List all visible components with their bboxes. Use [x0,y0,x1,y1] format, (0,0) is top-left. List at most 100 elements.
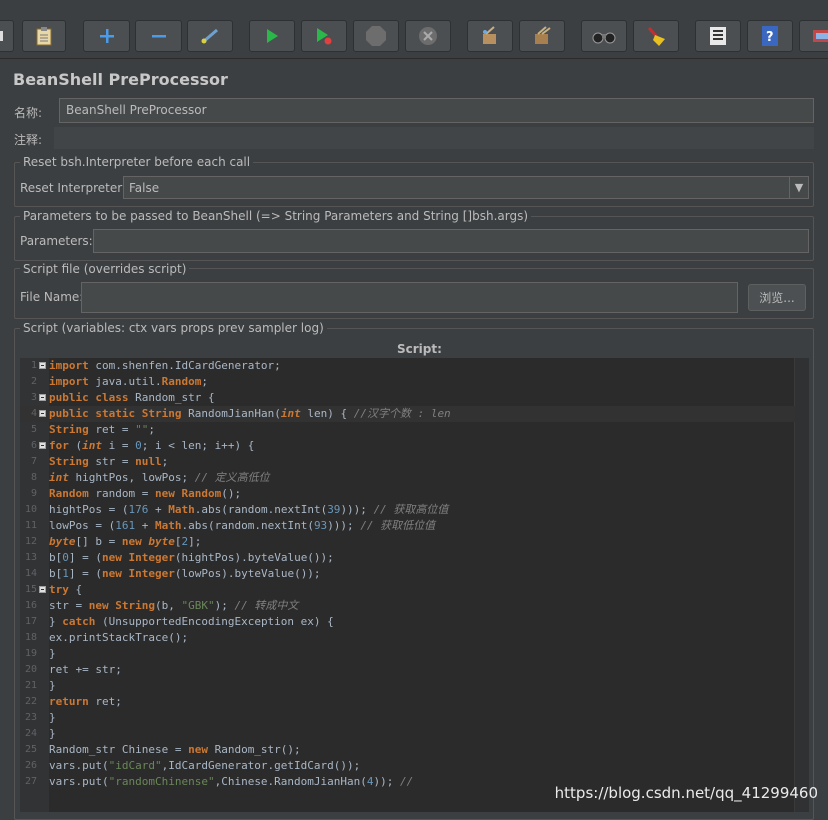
fold-toggle-icon[interactable] [39,442,46,449]
clipboard-icon [36,27,52,46]
code-line[interactable]: 7 String str = null; [20,454,795,470]
clear-all-button[interactable] [519,20,565,52]
help-button[interactable]: ? [747,20,793,52]
code-line[interactable]: 3 public class Random_str { [20,390,795,406]
code-line[interactable]: 2 import java.util.Random; [20,374,795,390]
toggle-button[interactable] [187,20,233,52]
code-line[interactable]: 21} [20,678,795,694]
code-line[interactable]: 23} [20,710,795,726]
code-text: import com.shenfen.IdCardGenerator; [49,359,281,372]
line-number: 7 [30,456,37,467]
line-number: 5 [30,424,37,435]
reset-interpreter-label: Reset Interpreter: [20,181,127,195]
code-line[interactable]: 13 b[0] = (new Integer(hightPos).byteValu… [20,550,795,566]
clear-button[interactable] [467,20,513,52]
partial-left-button[interactable] [0,20,14,52]
code-line[interactable]: 12 byte[] b = new byte[2]; [20,534,795,550]
line-number: 13 [24,552,37,563]
line-number: 22 [24,696,37,707]
code-line[interactable]: 19} [20,646,795,662]
parameters-group-title: Parameters to be passed to BeanShell (=>… [20,209,532,223]
name-label: 名称: [14,106,43,120]
fold-toggle-icon[interactable] [39,362,46,369]
code-line[interactable]: 16 str = new String(b, "GBK"); // 转成中文 [20,598,795,614]
code-line[interactable]: 20 ret += str; [20,662,795,678]
reset-interpreter-select[interactable]: False ▼ [123,176,809,199]
binoculars-icon [592,32,616,44]
line-number: 6 [30,440,37,451]
code-line[interactable]: 26 vars.put("idCard",IdCardGenerator.getI… [20,758,795,774]
code-line[interactable]: 18 ex.printStackTrace(); [20,630,795,646]
reset-search-button[interactable] [633,20,679,52]
clipboard-button[interactable] [22,20,66,52]
line-number: 10 [24,504,37,515]
code-line[interactable]: 8 int hightPos, lowPos; // 定义高低位 [20,470,795,486]
code-text: public class Random_str { [49,391,215,404]
partial-left-icon [0,31,3,41]
code-line[interactable]: 11 lowPos = (161 + Math.abs(random.nextIn… [20,518,795,534]
script-group-title: Script (variables: ctx vars props prev s… [20,321,327,335]
code-text: return ret; [49,695,122,708]
add-icon [99,29,114,43]
line-number: 20 [24,664,37,675]
browse-button[interactable]: 浏览... [748,284,806,311]
code-text: byte[] b = new byte[2]; [49,535,202,548]
code-text: lowPos = (161 + Math.abs(random.nextInt(… [49,519,436,532]
editor-scrollbar[interactable] [794,358,809,812]
line-number: 15 [24,584,37,595]
start-no-pause-button[interactable] [301,20,347,52]
search-button[interactable] [581,20,627,52]
stop-icon [366,26,386,46]
code-text: ret += str; [49,663,122,676]
code-text: import java.util.Random; [49,375,208,388]
function-helper-button[interactable] [695,20,741,52]
code-line[interactable]: 4 public static String RandomJianHan(int … [20,406,795,422]
chevron-down-icon[interactable]: ▼ [789,177,808,198]
code-text: b[0] = (new Integer(hightPos).byteValue(… [49,551,334,564]
fold-toggle-icon[interactable] [39,394,46,401]
remove-button[interactable] [135,20,182,52]
code-line[interactable]: 10 hightPos = (176 + Math.abs(random.next… [20,502,795,518]
remove-icon [151,35,166,38]
stop-button[interactable] [353,20,399,52]
code-line[interactable]: 5 String ret = ""; [20,422,795,438]
fold-toggle-icon[interactable] [39,586,46,593]
add-button[interactable] [83,20,130,52]
code-line[interactable]: 15 try { [20,582,795,598]
code-line[interactable]: 9 Random random = new Random(); [20,486,795,502]
shutdown-icon [419,27,437,45]
start-icon [267,29,278,43]
code-text: } [49,647,56,660]
code-line[interactable]: 6 for (int i = 0; i < len; i++) { [20,438,795,454]
file-name-label: File Name: [20,290,84,304]
toolbar: ? [0,0,828,59]
script-editor[interactable]: 1 import com.shenfen.IdCardGenerator; 2 imp… [20,358,809,812]
line-number: 23 [24,712,37,723]
code-line[interactable]: 25 Random_str Chinese = new Random_str(); [20,742,795,758]
script-header: Script: [397,342,442,356]
line-number: 17 [24,616,37,627]
code-text: } [49,679,56,692]
code-line[interactable]: 17 } catch (UnsupportedEncodingException … [20,614,795,630]
code-text: hightPos = (176 + Math.abs(random.nextIn… [49,503,449,516]
code-text: Random random = new Random(); [49,487,242,500]
name-field[interactable]: BeanShell PreProcessor [59,98,814,123]
line-number: 24 [24,728,37,739]
code-text: } catch (UnsupportedEncodingException ex… [49,615,334,628]
start-button[interactable] [249,20,295,52]
watermark: https://blog.csdn.net/qq_41299460 [554,784,818,802]
parameters-field[interactable] [93,229,809,253]
code-line[interactable]: 22 return ret; [20,694,795,710]
file-name-field[interactable] [81,282,738,313]
svg-text:?: ? [766,30,774,45]
code-text: b[1] = (new Integer(lowPos).byteValue())… [49,567,321,580]
fold-toggle-icon[interactable] [39,410,46,417]
comment-field[interactable] [54,127,814,149]
remote-button[interactable] [799,20,828,52]
code-line[interactable]: 1 import com.shenfen.IdCardGenerator; [20,358,795,374]
code-text: vars.put("randomChinense",Chinese.Random… [49,775,414,788]
line-number: 25 [24,744,37,755]
code-line[interactable]: 24} [20,726,795,742]
code-line[interactable]: 14 b[1] = (new Integer(lowPos).byteValue(… [20,566,795,582]
shutdown-button[interactable] [405,20,451,52]
